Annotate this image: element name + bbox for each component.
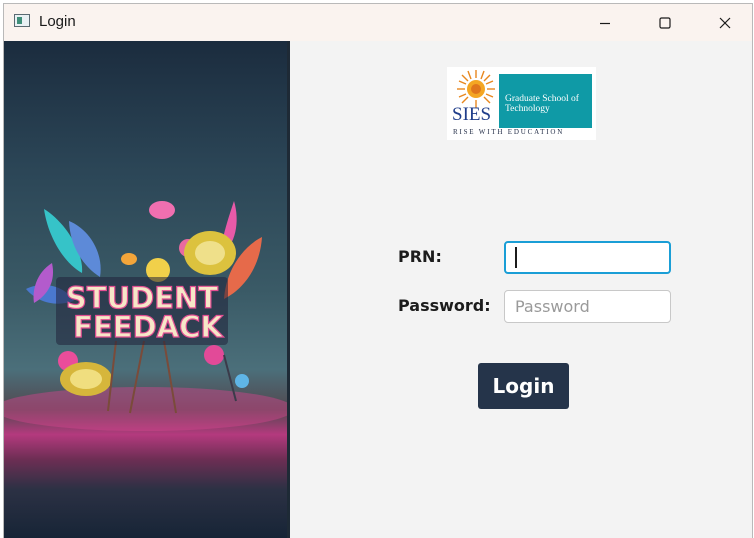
prn-input[interactable] [504, 241, 671, 274]
illustration-art: STUDENT FEEDACK [4, 201, 287, 431]
login-window: Login STUDENT FEEDACK SIES Graduate Scho… [3, 3, 753, 538]
logo-tagline: RISE WITH EDUCATION [453, 128, 565, 136]
password-input[interactable] [504, 290, 671, 323]
logo-institution-line2: Technology [505, 104, 550, 114]
sies-logo: SIES Graduate School of Technology RISE … [447, 67, 596, 140]
maximize-button[interactable] [636, 4, 694, 41]
close-button[interactable] [696, 4, 752, 41]
minimize-icon [600, 22, 610, 24]
student-feedback-illustration: STUDENT FEEDACK [4, 41, 287, 538]
title-bar[interactable]: Login [4, 4, 752, 41]
app-window-icon [14, 14, 30, 27]
logo-institution-box: Graduate School of Technology [499, 74, 592, 128]
text-cursor [515, 247, 517, 268]
password-label: Password: [398, 296, 491, 315]
close-icon [719, 17, 731, 28]
illustration-title-line2: FEEDACK [73, 310, 224, 344]
prn-label: PRN: [398, 247, 442, 266]
maximize-icon [659, 16, 671, 29]
logo-institution-line1: Graduate School of [505, 94, 579, 104]
window-title: Login [39, 13, 76, 30]
login-button[interactable]: Login [478, 363, 569, 409]
login-form-panel: SIES Graduate School of Technology RISE … [290, 41, 752, 538]
minimize-button[interactable] [576, 4, 634, 41]
logo-brand-text: SIES [452, 104, 492, 125]
